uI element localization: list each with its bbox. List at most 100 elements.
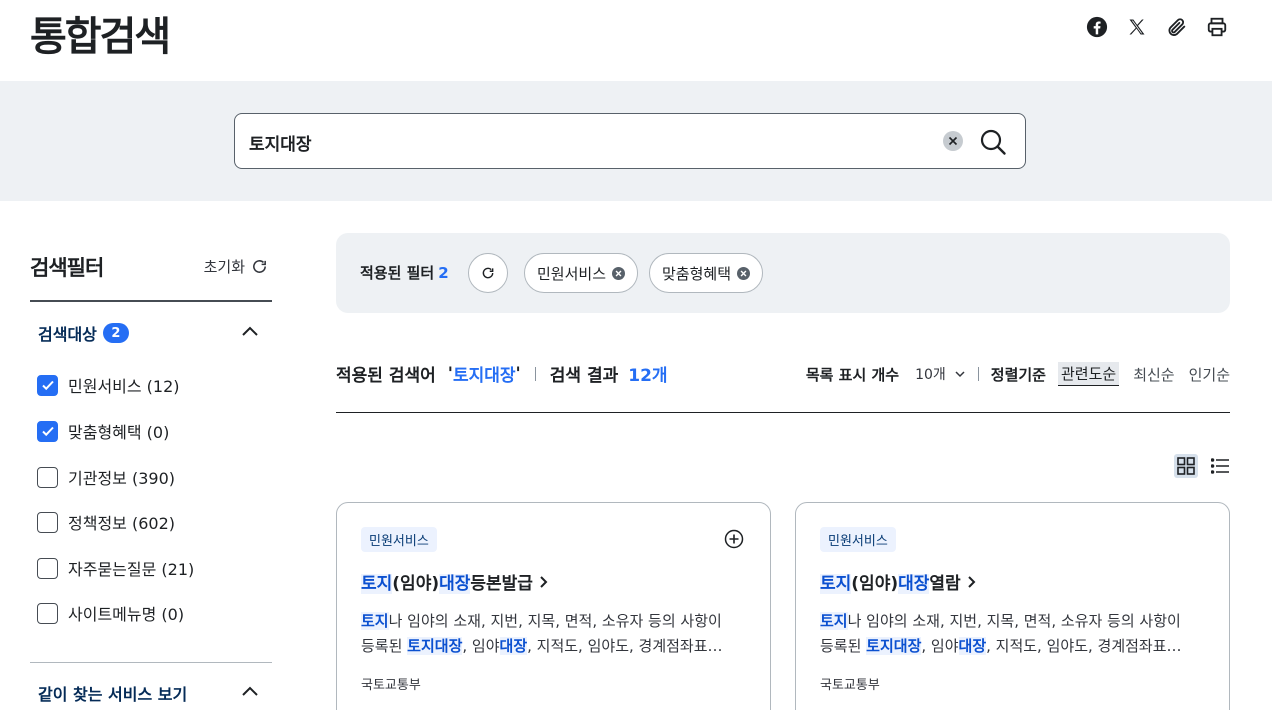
sort-option-relevance[interactable]: 관련도순 [1057, 362, 1120, 386]
chevron-up-icon [242, 326, 258, 336]
result-count: 12개 [628, 366, 668, 386]
result-organization: 국토교통부 [820, 678, 880, 693]
applied-filters-count: 2 [438, 264, 449, 282]
collapse-target-button[interactable] [240, 321, 260, 341]
sort-order-label: 정렬기준 [990, 365, 1046, 384]
checkbox-label: 자주묻는질문 (21) [68, 560, 195, 579]
desc-part: 토지대장 [866, 637, 922, 655]
search-button[interactable] [977, 126, 1009, 158]
facebook-icon[interactable] [1086, 16, 1108, 38]
desc-part: 대장 [958, 637, 987, 655]
close-icon[interactable] [737, 266, 751, 280]
link-clip-icon[interactable] [1166, 16, 1188, 38]
reset-applied-filters-button[interactable] [468, 253, 508, 293]
filter-group-target: 검색대상 2 [38, 321, 129, 345]
close-icon[interactable] [612, 266, 626, 280]
filter-chip[interactable]: 맞춤형혜택 [649, 253, 764, 293]
page-size-value: 10개 [915, 367, 946, 383]
title-part: 열람 [929, 574, 961, 594]
view-toggle [1174, 454, 1232, 478]
title-part: 토지 [820, 574, 852, 594]
desc-part: , 임야 [462, 637, 500, 655]
result-description: 토지나 임야의 소재, 지번, 지목, 면적, 소유자 등의 사항이 등록된 토… [361, 609, 751, 659]
filter-divider [30, 662, 272, 663]
title-part: 토지 [361, 574, 393, 594]
add-circle-icon[interactable] [724, 529, 744, 549]
sort-option-popular[interactable]: 인기순 [1189, 364, 1230, 385]
checkbox-label: 정책정보 (602) [68, 514, 175, 533]
title-part: 대장 [439, 574, 471, 594]
result-card: 민원서비스 토지(임야)대장열람 토지나 임야의 소재, 지번, 지목, 면적,… [795, 502, 1230, 710]
result-title-link[interactable]: 토지(임야)대장열람 [820, 569, 979, 594]
filter-divider [30, 300, 272, 302]
page-size-select[interactable]: 10개 [915, 364, 966, 384]
print-icon[interactable] [1206, 16, 1228, 38]
applied-filters-panel: 적용된 필터 2 민원서비스 맞춤형혜택 [336, 233, 1230, 313]
result-summary: 적용된 검색어 ' 토지대장 ' 검색 결과 12개 [336, 361, 668, 387]
desc-part: 토지대장 [407, 637, 463, 655]
checkbox[interactable] [37, 511, 58, 533]
checkbox-checked[interactable] [37, 420, 58, 442]
chevron-down-icon [955, 371, 965, 378]
divider [977, 367, 979, 381]
checkbox-label: 맞춤형혜택 (0) [68, 423, 170, 442]
chip-label: 민원서비스 [537, 264, 607, 283]
query-label: 적용된 검색어 [336, 366, 436, 386]
desc-part: 대장 [499, 637, 528, 655]
chip-label: 맞춤형혜택 [662, 264, 732, 283]
summary-rule [336, 412, 1230, 413]
filter-checkbox-row[interactable]: 자주묻는질문 (21) [37, 556, 194, 580]
result-title-link[interactable]: 토지(임야)대장등본발급 [361, 569, 551, 594]
title-part: 등본발급 [470, 574, 533, 594]
title-part: (임야) [851, 574, 899, 594]
collapse-related-button[interactable] [240, 681, 260, 701]
sort-option-latest[interactable]: 최신순 [1133, 364, 1174, 385]
applied-filters-label: 적용된 필터 2 [360, 262, 449, 283]
filter-group-title: 같이 찾는 서비스 보기 [38, 685, 188, 704]
check-icon [41, 380, 54, 391]
list-view-icon[interactable] [1208, 454, 1232, 478]
checkbox-label: 사이트메뉴명 (0) [68, 605, 185, 624]
sort-bar: 목록 표시 개수 10개 정렬기준 관련도순 최신순 인기순 [806, 362, 1230, 386]
x-icon[interactable] [1126, 16, 1148, 38]
close-icon [948, 136, 958, 146]
clear-search-button[interactable] [943, 131, 963, 151]
chevron-up-icon [242, 686, 258, 696]
category-tag: 민원서비스 [820, 527, 896, 552]
result-description: 토지나 임야의 소재, 지번, 지목, 면적, 소유자 등의 사항이 등록된 토… [820, 609, 1210, 659]
desc-part: 토지 [361, 612, 389, 630]
filter-group-related: 같이 찾는 서비스 보기 [38, 681, 187, 705]
filter-checkbox-row[interactable]: 기관정보 (390) [37, 465, 175, 489]
divider [534, 366, 536, 381]
share-toolbar [1086, 16, 1228, 38]
filter-group-title: 검색대상 [38, 325, 97, 344]
checkbox-label: 민원서비스 (12) [68, 377, 180, 396]
page-size-label: 목록 표시 개수 [805, 365, 900, 384]
filter-checkbox-row[interactable]: 정책정보 (602) [37, 510, 175, 534]
grid-view-icon[interactable] [1174, 454, 1198, 478]
search-input[interactable] [249, 128, 929, 156]
chevron-right-icon [967, 575, 976, 588]
checkbox[interactable] [37, 602, 58, 624]
filter-chip[interactable]: 민원서비스 [524, 253, 639, 293]
page-title: 통합검색 [30, 14, 171, 60]
reset-label: 초기화 [203, 258, 245, 276]
result-title: 토지(임야)대장등본발급 [361, 569, 533, 594]
result-label: 검색 결과 [549, 366, 619, 386]
checkbox-checked[interactable] [37, 374, 58, 396]
filter-checkbox-row[interactable]: 사이트메뉴명 (0) [37, 601, 184, 625]
search-band [0, 81, 1272, 201]
result-title: 토지(임야)대장열람 [820, 569, 961, 594]
refresh-icon [253, 260, 266, 273]
reset-filters-button[interactable]: 초기화 [204, 256, 268, 277]
search-box [234, 113, 1026, 169]
applied-filters-text: 적용된 필터 [360, 264, 435, 282]
chevron-right-icon [540, 575, 548, 588]
filter-checkbox-row[interactable]: 민원서비스 (12) [37, 373, 180, 397]
search-icon [980, 129, 1006, 155]
checkbox[interactable] [37, 466, 58, 488]
filter-checkbox-row[interactable]: 맞춤형혜택 (0) [37, 419, 169, 443]
applied-query: 토지대장 [452, 366, 516, 386]
checkbox[interactable] [37, 557, 58, 579]
title-part: 대장 [898, 574, 930, 594]
